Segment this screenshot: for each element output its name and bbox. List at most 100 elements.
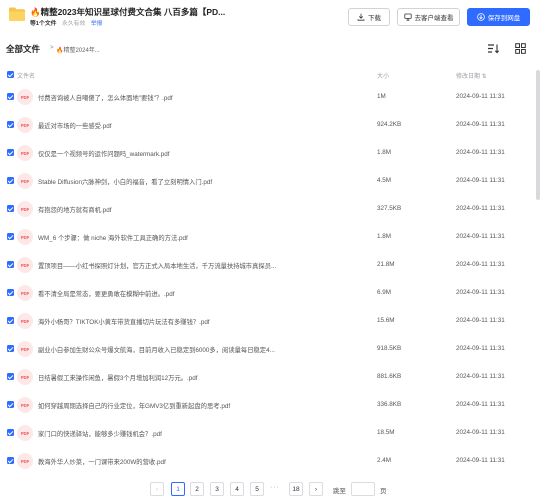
save-to-drive-button[interactable]: 保存到网盘 xyxy=(467,8,530,26)
table-row[interactable]: PDF 副业小白参加生财公众号爆文航海，目前月收入已稳定到6000多，阅读量每日稳… xyxy=(0,335,542,363)
file-name[interactable]: 教海外华人炒菜，一门课带来200W的营收.pdf xyxy=(38,457,304,466)
file-modified-date: 2024-09-11 11:31 xyxy=(456,401,505,408)
page-2-button[interactable]: 2 xyxy=(190,482,204,496)
row-checkbox[interactable] xyxy=(7,93,14,100)
breadcrumb-separator: > xyxy=(50,45,54,51)
row-checkbox[interactable] xyxy=(7,261,14,268)
folder-icon xyxy=(9,7,25,21)
table-row[interactable]: PDF Stable Diffusion六脉神剑，小白的福音，看了立刻明情入门.p… xyxy=(0,167,542,195)
file-size: 2.4M xyxy=(377,457,391,464)
row-checkbox[interactable] xyxy=(7,233,14,240)
pdf-file-icon: PDF xyxy=(17,313,33,329)
file-name[interactable]: 最近对市场的一些感受.pdf xyxy=(38,121,304,130)
file-size: 924.2KB xyxy=(377,121,402,128)
file-size: 1.8M xyxy=(377,149,391,156)
select-all-checkbox[interactable] xyxy=(7,71,14,78)
row-checkbox[interactable] xyxy=(7,345,14,352)
file-name[interactable]: 家门口的快递驿站，能够多少赚钱机会？.pdf xyxy=(38,429,304,438)
breadcrumb-all-files[interactable]: 全部文件 xyxy=(6,43,40,55)
pdf-file-icon: PDF xyxy=(17,257,33,273)
file-name[interactable]: 付费咨询被人自嘲傻了，怎么体面地"要钱"？.pdf xyxy=(38,93,304,102)
share-title: 🔥精整2023年知识星球付费文合集 八百多篇【PD... xyxy=(30,7,226,17)
row-checkbox[interactable] xyxy=(7,205,14,212)
sort-icon[interactable] xyxy=(487,43,499,54)
pdf-file-icon: PDF xyxy=(17,229,33,245)
prev-page-button[interactable]: ‹ xyxy=(150,482,164,496)
file-name[interactable]: WM_6 个步骤：做 niche 海外软件工具正确的方法.pdf xyxy=(38,233,304,242)
next-page-button[interactable]: › xyxy=(309,482,323,496)
table-row[interactable]: PDF 看不清全局是常态，要更勇敢在模糊中前进。.pdf 6.9M 2024-09-1… xyxy=(0,279,542,307)
file-name[interactable]: Stable Diffusion六脉神剑，小白的福音，看了立刻明情入门.pdf xyxy=(38,177,304,186)
row-checkbox[interactable] xyxy=(7,177,14,184)
file-name[interactable]: 仅仅是一个视频号的运作问题吗_watermark.pdf xyxy=(38,149,304,158)
file-modified-date: 2024-09-11 11:31 xyxy=(456,149,505,156)
grid-view-icon[interactable] xyxy=(515,43,526,54)
file-name[interactable]: 如何穿越周期选择自己的行业定位，年GMV3亿到重新起盘的思考.pdf xyxy=(38,401,304,410)
report-link[interactable]: 举报 xyxy=(91,21,103,27)
table-row[interactable]: PDF 最近对市场的一些感受.pdf 924.2KB 2024-09-11 11:31 xyxy=(0,111,542,139)
table-row[interactable]: PDF 日结暑假工来操作闲鱼，暑假3个月增加利润12万元。.pdf 881.6KB 2… xyxy=(0,363,542,391)
table-header: 文件名 大小 修改日期 ⇅ xyxy=(0,67,542,81)
file-size: 881.6KB xyxy=(377,373,402,380)
row-checkbox[interactable] xyxy=(7,429,14,436)
row-checkbox[interactable] xyxy=(7,317,14,324)
file-size: 1M xyxy=(377,93,386,100)
column-date-header[interactable]: 修改日期 ⇅ xyxy=(456,71,487,80)
page-18-button[interactable]: 18 xyxy=(289,482,303,496)
file-count: 等1个文件 xyxy=(30,21,57,27)
table-row[interactable]: PDF 海外小杨哥？TIKTOK小黄车带货直播切片玩法有多赚钱？.pdf 15.6M… xyxy=(0,307,542,335)
save-label: 保存到网盘 xyxy=(487,15,521,22)
table-row[interactable]: PDF WM_6 个步骤：做 niche 海外软件工具正确的方法.pdf 1.8M 2… xyxy=(0,223,542,251)
share-meta: 等1个文件 永久有效 举报 xyxy=(30,18,102,27)
row-checkbox[interactable] xyxy=(7,121,14,128)
open-in-client-button[interactable]: 去客户端查看 xyxy=(397,8,460,26)
table-row[interactable]: PDF 教海外华人炒菜，一门课带来200W的营收.pdf 2.4M 2024-09-1… xyxy=(0,447,542,475)
file-name[interactable]: 副业小白参加生财公众号爆文航海，目前月收入已稳定到6000多，阅读量每日稳定4.… xyxy=(38,345,304,354)
pdf-file-icon: PDF xyxy=(17,173,33,189)
page-4-button[interactable]: 4 xyxy=(230,482,244,496)
goto-page-input[interactable] xyxy=(351,482,375,496)
table-row[interactable]: PDF 有抱怨的地方就有商机.pdf 327.5KB 2024-09-11 11:31 xyxy=(0,195,542,223)
file-size: 6.9M xyxy=(377,289,391,296)
table-row[interactable]: PDF 仅仅是一个视频号的运作问题吗_watermark.pdf 1.8M 2024-… xyxy=(0,139,542,167)
scrollbar[interactable] xyxy=(536,70,540,200)
pdf-file-icon: PDF xyxy=(17,453,33,469)
table-row[interactable]: PDF 付费咨询被人自嘲傻了，怎么体面地"要钱"？.pdf 1M 2024-09-11… xyxy=(0,83,542,111)
row-checkbox[interactable] xyxy=(7,457,14,464)
file-modified-date: 2024-09-11 11:31 xyxy=(456,289,505,296)
breadcrumb-current[interactable]: 🔥精整2024年... xyxy=(56,45,100,54)
table-row[interactable]: PDF 置顶项目——小红书探照灯计划，官方正式入局本地生活，千万流量扶持城市真探员… xyxy=(0,251,542,279)
download-icon xyxy=(357,13,365,21)
goto-label: 跳至 xyxy=(333,488,346,495)
row-checkbox[interactable] xyxy=(7,149,14,156)
column-name-header: 文件名 xyxy=(17,74,36,80)
file-modified-date: 2024-09-11 11:31 xyxy=(456,373,505,380)
download-label: 下载 xyxy=(368,15,381,22)
file-modified-date: 2024-09-11 11:31 xyxy=(456,429,505,436)
page-1-button[interactable]: 1 xyxy=(171,482,185,496)
page-ellipsis[interactable]: ··· xyxy=(270,484,280,491)
download-button[interactable]: 下载 xyxy=(348,8,390,26)
table-row[interactable]: PDF 家门口的快递驿站，能够多少赚钱机会？.pdf 18.5M 2024-09-11… xyxy=(0,419,542,447)
file-name[interactable]: 日结暑假工来操作闲鱼，暑假3个月增加利润12万元。.pdf xyxy=(38,373,304,382)
table-row[interactable]: PDF 如何穿越周期选择自己的行业定位，年GMV3亿到重新起盘的思考.pdf 336… xyxy=(0,391,542,419)
file-size: 327.5KB xyxy=(377,205,402,212)
file-name[interactable]: 海外小杨哥？TIKTOK小黄车带货直播切片玩法有多赚钱？.pdf xyxy=(38,317,304,326)
file-size: 21.8M xyxy=(377,261,395,268)
file-size: 1.8M xyxy=(377,233,391,240)
file-modified-date: 2024-09-11 11:31 xyxy=(456,93,505,100)
page-3-button[interactable]: 3 xyxy=(210,482,224,496)
row-checkbox[interactable] xyxy=(7,373,14,380)
cloud-save-icon xyxy=(476,13,485,21)
row-checkbox[interactable] xyxy=(7,289,14,296)
pdf-file-icon: PDF xyxy=(17,397,33,413)
file-size: 336.8KB xyxy=(377,401,402,408)
page-5-button[interactable]: 5 xyxy=(250,482,264,496)
row-checkbox[interactable] xyxy=(7,401,14,408)
file-name[interactable]: 有抱怨的地方就有商机.pdf xyxy=(38,205,304,214)
file-name[interactable]: 看不清全局是常态，要更勇敢在模糊中前进。.pdf xyxy=(38,289,304,298)
file-modified-date: 2024-09-11 11:31 xyxy=(456,261,505,268)
file-name[interactable]: 置顶项目——小红书探照灯计划，官方正式入局本地生活，千万流量扶持城市真探员... xyxy=(38,261,304,270)
page-unit-label: 页 xyxy=(380,488,387,495)
pdf-file-icon: PDF xyxy=(17,285,33,301)
